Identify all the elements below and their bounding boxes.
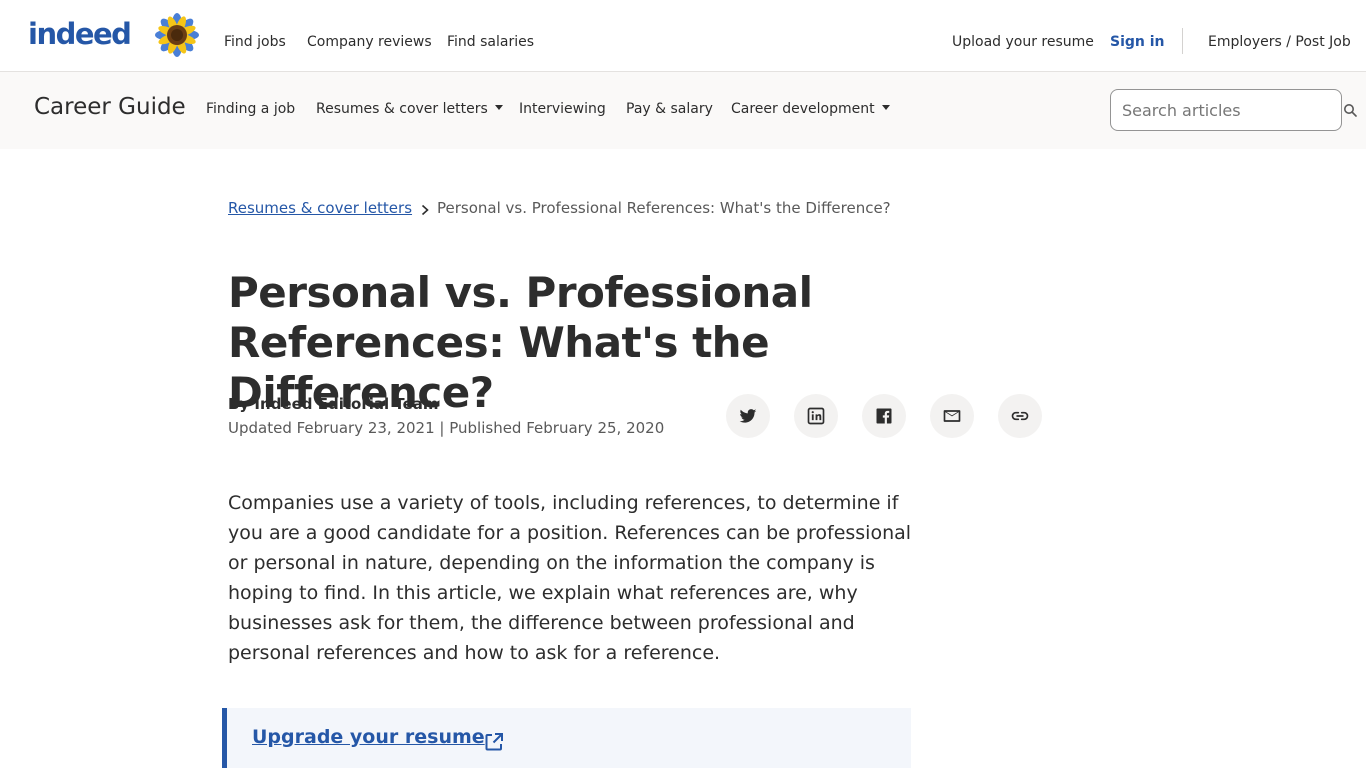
search-articles-input[interactable] xyxy=(1111,90,1341,130)
search-icon[interactable] xyxy=(1343,103,1357,117)
guide-link-career-development[interactable]: Career development xyxy=(731,101,890,117)
article-author: By Indeed Editorial Team xyxy=(228,395,439,413)
top-header: indeed Find jobs Company reviews Find sa… xyxy=(0,0,1366,72)
guide-link-interviewing[interactable]: Interviewing xyxy=(519,101,606,117)
caret-down-icon xyxy=(881,105,890,110)
article-intro: Companies use a variety of tools, includ… xyxy=(228,492,912,664)
upgrade-resume-callout: Upgrade your resume xyxy=(222,708,911,768)
logo-text: indeed xyxy=(28,17,132,51)
header-divider xyxy=(1182,28,1183,54)
nav-find-jobs[interactable]: Find jobs xyxy=(224,34,286,50)
share-email-button[interactable] xyxy=(930,394,974,438)
guide-link-career-dev-label: Career development xyxy=(731,101,875,117)
copy-link-button[interactable] xyxy=(998,394,1042,438)
article-dates: Updated February 23, 2021 | Published Fe… xyxy=(228,419,665,437)
upgrade-resume-link[interactable]: Upgrade your resume xyxy=(252,726,485,748)
indeed-logo[interactable]: indeed xyxy=(28,17,132,51)
breadcrumb-resumes-link[interactable]: Resumes & cover letters xyxy=(228,199,412,217)
email-icon xyxy=(943,410,961,422)
share-twitter-button[interactable] xyxy=(726,394,770,438)
nav-company-reviews[interactable]: Company reviews xyxy=(307,34,432,50)
guide-link-pay[interactable]: Pay & salary xyxy=(626,101,713,117)
link-icon xyxy=(1011,411,1029,421)
sunflower-icon xyxy=(155,13,199,57)
facebook-icon xyxy=(876,408,892,424)
search-box xyxy=(1110,89,1342,131)
sign-in-link[interactable]: Sign in xyxy=(1110,34,1165,50)
caret-down-icon xyxy=(494,105,503,110)
share-facebook-button[interactable] xyxy=(862,394,906,438)
chevron-right-icon xyxy=(421,204,429,216)
career-guide-bar: Career Guide Finding a job Resumes & cov… xyxy=(0,72,1366,149)
share-linkedin-button[interactable] xyxy=(794,394,838,438)
guide-link-resumes[interactable]: Resumes & cover letters xyxy=(316,101,503,117)
external-link-icon[interactable] xyxy=(483,731,505,753)
breadcrumb-current: Personal vs. Professional References: Wh… xyxy=(437,199,891,217)
nav-find-salaries[interactable]: Find salaries xyxy=(447,34,534,50)
employers-post-job-link[interactable]: Employers / Post Job xyxy=(1208,34,1351,50)
twitter-icon xyxy=(739,409,757,423)
linkedin-icon xyxy=(807,407,825,425)
guide-link-finding-job[interactable]: Finding a job xyxy=(206,101,295,117)
upload-resume-link[interactable]: Upload your resume xyxy=(952,34,1094,50)
career-guide-title[interactable]: Career Guide xyxy=(34,94,186,120)
guide-link-resumes-label: Resumes & cover letters xyxy=(316,101,488,117)
